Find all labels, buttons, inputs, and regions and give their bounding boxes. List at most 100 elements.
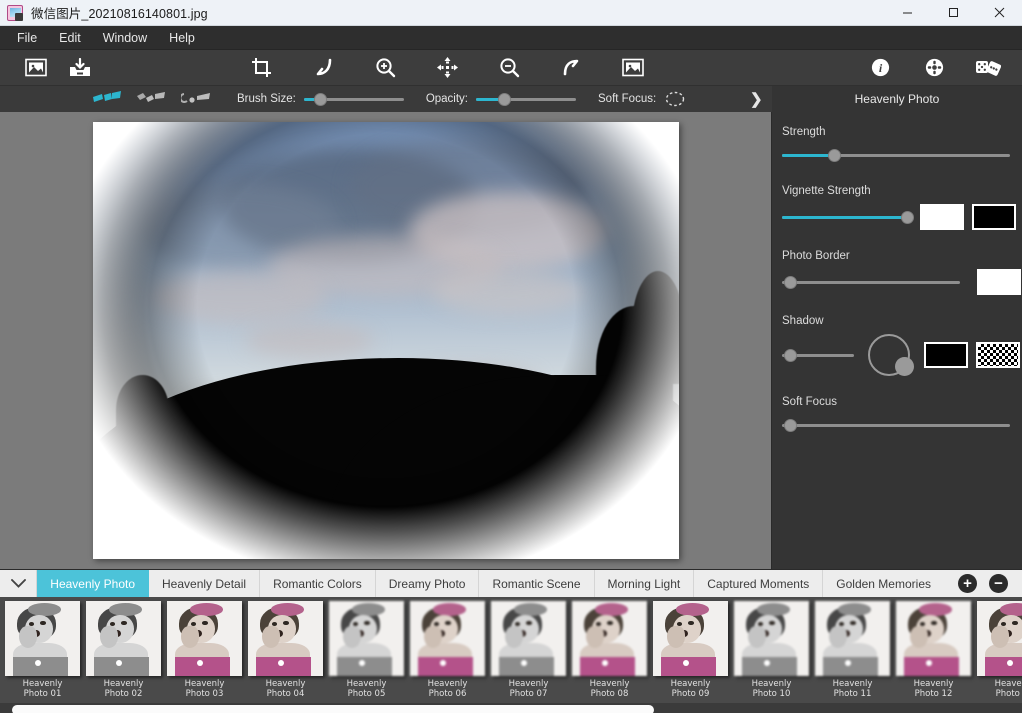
remove-preset-button[interactable]: − [989,574,1008,593]
settings-icon[interactable] [912,51,956,85]
shadow-direction-dial[interactable] [868,334,910,376]
info-icon[interactable]: i [858,51,902,85]
thumbnail-1[interactable]: HeavenlyPhoto 01 [2,601,83,699]
vignette-color-white[interactable] [920,204,964,230]
maximize-button[interactable] [930,0,976,25]
control-strength: Strength [782,126,1010,165]
thumbnail-image[interactable] [815,601,890,676]
tab-morning-light[interactable]: Morning Light [595,570,695,597]
shadow-slider[interactable] [782,345,854,365]
dashed-ellipse-icon[interactable] [664,90,686,108]
thumbnail-image[interactable] [86,601,161,676]
thumbnail-11[interactable]: HeavenlyPhoto 11 [812,601,893,699]
tab-heavenly-photo[interactable]: Heavenly Photo [37,570,149,597]
toolbar-right-group: i [858,51,1022,85]
shadow-color-black[interactable] [924,342,968,368]
cloud [245,323,374,358]
tab-golden-memories[interactable]: Golden Memories [823,570,944,597]
tab-heavenly-detail[interactable]: Heavenly Detail [149,570,260,597]
thumbnail-label: HeavenlyPhoto 06 [407,679,488,699]
menu-help[interactable]: Help [158,28,206,48]
soft-focus-slider[interactable] [782,415,1010,435]
thumbnail-image[interactable] [896,601,971,676]
close-button[interactable] [976,0,1022,25]
shadow-dial-handle[interactable] [895,357,914,376]
brush-size-slider[interactable] [304,89,404,109]
thumbnail-image[interactable] [329,601,404,676]
strength-slider[interactable] [782,145,1010,165]
thumbnail-9[interactable]: HeavenlyPhoto 09 [650,601,731,699]
vignette-strength-slider[interactable] [782,207,912,227]
vignette-color-black[interactable] [972,204,1016,230]
tab-dreamy-photo[interactable]: Dreamy Photo [376,570,480,597]
thumbnail-label: HeavenlyPhoto 11 [812,679,893,699]
thumbnail-8[interactable]: HeavenlyPhoto 08 [569,601,650,699]
thumbnail-10[interactable]: HeavenlyPhoto 10 [731,601,812,699]
thumbnail-image[interactable] [653,601,728,676]
thumbnail-12[interactable]: HeavenlyPhoto 12 [893,601,974,699]
thumbnail-7[interactable]: HeavenlyPhoto 07 [488,601,569,699]
menu-window[interactable]: Window [92,28,158,48]
photo-border-slider[interactable] [782,272,960,292]
fit-image-icon[interactable] [611,51,655,85]
add-preset-button[interactable]: + [958,574,977,593]
thumbnail-image[interactable] [491,601,566,676]
zoom-out-icon[interactable] [487,51,531,85]
zoom-in-icon[interactable] [363,51,407,85]
minimize-button[interactable] [884,0,930,25]
save-image-icon[interactable] [58,51,102,85]
strength-label: Strength [782,126,1010,138]
thumbnail-label-line2: Photo 12 [893,689,974,699]
brush-paint-icon[interactable] [91,89,125,109]
thumbnail-2[interactable]: HeavenlyPhoto 02 [83,601,164,699]
thumbnail-label-line2: Photo 09 [650,689,731,699]
thumbnail-image[interactable] [410,601,485,676]
redo-icon[interactable] [549,51,593,85]
options-expand-arrow[interactable]: ❯ [750,90,763,108]
menu-file[interactable]: File [6,28,48,48]
thumbnail-image[interactable] [248,601,323,676]
thumbnail-image[interactable] [5,601,80,676]
crop-icon[interactable] [239,51,283,85]
thumbnail-image[interactable] [167,601,242,676]
opacity-slider[interactable] [476,89,576,109]
brush-erase-icon[interactable] [136,89,170,109]
thumbnail-label-line2: Photo 10 [731,689,812,699]
soft-focus-label: Soft Focus: [598,93,656,105]
tab-romantic-colors[interactable]: Romantic Colors [260,570,376,597]
photo-border-color-white[interactable] [977,269,1021,295]
thumbnail-image[interactable] [572,601,647,676]
thumbnail-image[interactable] [734,601,809,676]
pan-move-icon[interactable] [425,51,469,85]
thumbnail-5[interactable]: HeavenlyPhoto 05 [326,601,407,699]
photo-border-label: Photo Border [782,250,1010,262]
thumbnail-label-line1: Heavenly [731,679,812,689]
title-bar: 微信图片_20210816140801.jpg [0,0,1022,26]
filmstrip-scrollbar[interactable] [0,703,1022,713]
main-toolbar: i [0,50,1022,86]
edited-photo[interactable] [93,122,679,559]
thumbnail-label: HeavenlyPhoto 12 [893,679,974,699]
thumbnail-3[interactable]: HeavenlyPhoto 03 [164,601,245,699]
tab-romantic-scene[interactable]: Romantic Scene [479,570,594,597]
shadow-color-transparent[interactable] [976,342,1020,368]
thumbnail-label-line2: Photo 02 [83,689,164,699]
menu-bar: File Edit Window Help [0,26,1022,50]
control-photo-border: Photo Border [782,250,1010,295]
soft-focus-panel-label: Soft Focus [782,396,1010,408]
thumbnail-4[interactable]: HeavenlyPhoto 04 [245,601,326,699]
thumbnail-13[interactable]: HeavenlyPhoto 13 [974,601,1022,699]
dice-icon[interactable] [966,51,1010,85]
curve-icon[interactable] [301,51,345,85]
filmstrip-scrollbar-thumb[interactable] [12,705,654,713]
thumbnail-6[interactable]: HeavenlyPhoto 06 [407,601,488,699]
thumbnail-image[interactable] [977,601,1022,676]
chevron-down-icon[interactable] [0,570,37,597]
menu-edit[interactable]: Edit [48,28,92,48]
brush-smudge-icon[interactable] [181,89,215,109]
canvas-area[interactable] [0,112,772,569]
open-image-icon[interactable] [14,51,58,85]
tab-captured-moments[interactable]: Captured Moments [694,570,823,597]
preset-filmstrip[interactable]: HeavenlyPhoto 01HeavenlyPhoto 02Heavenly… [0,597,1022,703]
control-vignette-strength: Vignette Strength [782,185,1010,230]
